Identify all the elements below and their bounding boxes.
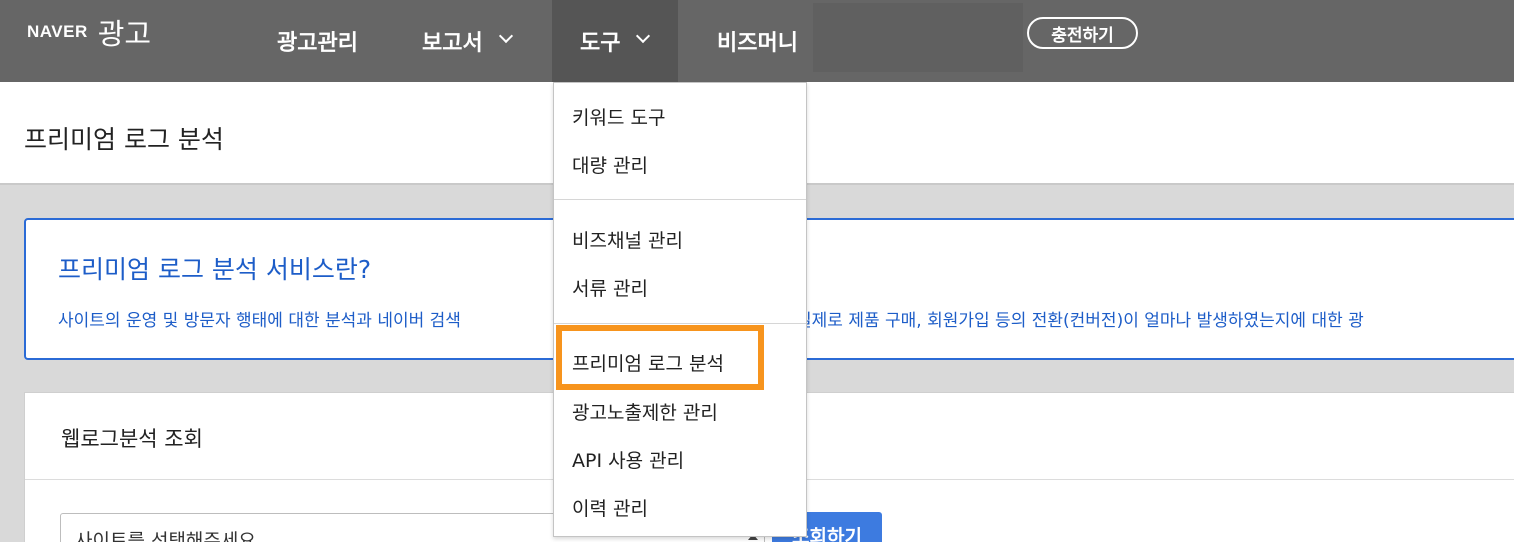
- info-title: 프리미엄 로그 분석 서비스란?: [58, 255, 372, 284]
- brand-text: NAVER: [27, 22, 88, 41]
- top-nav-bar: NAVER 광고 광고관리 보고서 도구 비즈머니 충전하기: [0, 0, 1514, 82]
- nav-tools-label: 도구: [580, 31, 621, 56]
- panel-title: 웹로그분석 조회: [61, 427, 203, 451]
- chevron-down-icon: [498, 28, 513, 44]
- menu-item-document-management[interactable]: 서류 관리: [572, 274, 648, 301]
- menu-item-ad-exposure-limit[interactable]: 광고노출제한 관리: [572, 398, 718, 425]
- page-title: 프리미엄 로그 분석: [24, 125, 224, 154]
- site-select-placeholder: 사이트를 선택해주세요: [75, 530, 256, 542]
- menu-divider: [554, 323, 806, 324]
- menu-divider: [554, 199, 806, 200]
- menu-item-bizchannel-management[interactable]: 비즈채널 관리: [572, 226, 683, 253]
- menu-item-history[interactable]: 이력 관리: [572, 494, 648, 521]
- tools-dropdown-menu: 키워드 도구 대량 관리 비즈채널 관리 서류 관리 프리미엄 로그 분석 광고…: [553, 82, 807, 537]
- nav-bizmoney[interactable]: 비즈머니: [717, 0, 798, 82]
- charge-button[interactable]: 충전하기: [1027, 17, 1138, 49]
- nav-ad-management-label: 광고관리: [277, 31, 358, 56]
- bizmoney-balance: [813, 3, 1023, 72]
- menu-item-keyword-tool[interactable]: 키워드 도구: [572, 103, 665, 130]
- nav-reports-label: 보고서: [422, 31, 483, 56]
- naver-ads-logo[interactable]: NAVER 광고: [27, 12, 151, 52]
- menu-item-api-usage[interactable]: API 사용 관리: [572, 446, 684, 473]
- info-description-continued: 실제로 제품 구매, 회원가입 등의 전환(컨버전)이 얼마나 발생하였는지에 …: [796, 311, 1364, 331]
- info-description: 사이트의 운영 및 방문자 행태에 대한 분석과 네이버 검색: [58, 311, 461, 331]
- nav-reports[interactable]: 보고서: [422, 0, 513, 82]
- highlight-box: [556, 325, 764, 390]
- nav-bizmoney-label: 비즈머니: [717, 31, 798, 56]
- menu-item-bulk-management[interactable]: 대량 관리: [572, 151, 648, 178]
- nav-tools[interactable]: 도구: [552, 0, 679, 82]
- nav-ad-management[interactable]: 광고관리: [277, 0, 358, 82]
- service-text: 광고: [97, 17, 152, 51]
- chevron-down-icon: [636, 28, 651, 44]
